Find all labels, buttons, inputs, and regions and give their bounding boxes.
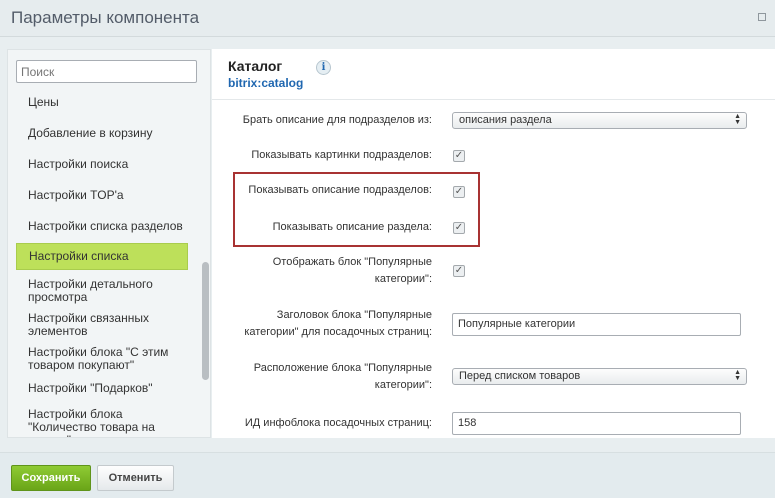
sidebar-item-detail-settings[interactable]: Настройки детального просмотра — [16, 277, 188, 305]
show-popular-block-checkbox[interactable]: ✓ — [453, 265, 465, 277]
cancel-button[interactable]: Отменить — [97, 465, 174, 491]
label-line: Отображать блок "Популярные — [272, 256, 432, 268]
sidebar-item-add-to-cart[interactable]: Добавление в корзину — [16, 125, 188, 141]
window-titlebar: Параметры компонента — [0, 0, 775, 37]
show-section-description-checkbox[interactable]: ✓ — [453, 222, 465, 234]
component-code: bitrix:catalog — [228, 76, 304, 90]
label-line: категории": — [374, 379, 432, 391]
field-label-popular-block-position: Расположение блока "Популярные категории… — [254, 360, 432, 394]
label-line: Расположение блока "Популярные — [253, 362, 432, 374]
main-panel: Каталог bitrix:catalog i Брать описание … — [212, 49, 775, 438]
field-label-show-subsection-description: Показывать описание подразделов: — [248, 184, 432, 196]
window-title: Параметры компонента — [11, 8, 200, 27]
maximize-icon[interactable] — [758, 13, 766, 21]
header-divider — [212, 99, 775, 100]
popular-block-position-select[interactable]: Перед списком товаров ▲ ▼ — [452, 368, 747, 385]
landing-iblock-id-input[interactable]: 158 — [452, 412, 741, 435]
sidebar-scrollbar[interactable] — [202, 262, 209, 380]
field-label-show-popular-block: Отображать блок "Популярные категории": — [273, 254, 432, 288]
label-line: категории": — [374, 273, 432, 285]
footer-bar: Сохранить Отменить — [0, 452, 775, 498]
sidebar-item-prices[interactable]: Цены — [16, 94, 188, 110]
show-subsection-pictures-checkbox[interactable]: ✓ — [453, 150, 465, 162]
sidebar-item-gifts-settings[interactable]: Настройки "Подарков" — [16, 380, 188, 396]
subsection-description-select[interactable]: описания раздела ▲ ▼ — [452, 112, 747, 129]
sidebar-item-search-settings[interactable]: Настройки поиска — [16, 156, 188, 172]
field-label-show-subsection-pictures: Показывать картинки подразделов: — [251, 149, 432, 161]
sidebar-item-also-bought-settings[interactable]: Настройки блока "С этим товаром покупают… — [16, 345, 188, 373]
show-subsection-description-checkbox[interactable]: ✓ — [453, 186, 465, 198]
label-line: категории" для посадочных страниц: — [244, 326, 432, 338]
component-title: Каталог — [228, 58, 283, 74]
popular-block-title-input[interactable]: Популярные категории — [452, 313, 741, 336]
field-label-popular-block-title: Заголовок блока "Популярные категории" д… — [244, 307, 432, 341]
sidebar-item-related-settings[interactable]: Настройки связанных элементов — [16, 311, 188, 339]
select-arrows-icon: ▲ ▼ — [734, 113, 741, 126]
field-label-show-section-description: Показывать описание раздела: — [272, 221, 432, 233]
sidebar: Цены Добавление в корзину Настройки поис… — [7, 49, 211, 438]
select-arrows-icon: ▲ ▼ — [734, 369, 741, 382]
sidebar-item-stock-settings[interactable]: Настройки блока "Количество товара на ск… — [16, 408, 188, 438]
info-icon[interactable]: i — [316, 60, 331, 75]
sidebar-item-top-settings[interactable]: Настройки TOP'а — [16, 187, 188, 203]
field-label-subsection-description-source: Брать описание для подразделов из: — [242, 114, 432, 126]
save-button[interactable]: Сохранить — [11, 465, 91, 491]
sidebar-item-section-list-settings[interactable]: Настройки списка разделов — [16, 218, 188, 234]
label-line: Заголовок блока "Популярные — [276, 309, 432, 321]
select-value: Перед списком товаров — [459, 370, 581, 382]
field-label-landing-iblock-id: ИД инфоблока посадочных страниц: — [244, 417, 432, 429]
search-input[interactable] — [16, 60, 197, 83]
sidebar-item-list-settings[interactable]: Настройки списка — [16, 243, 188, 270]
select-value: описания раздела — [459, 114, 552, 126]
